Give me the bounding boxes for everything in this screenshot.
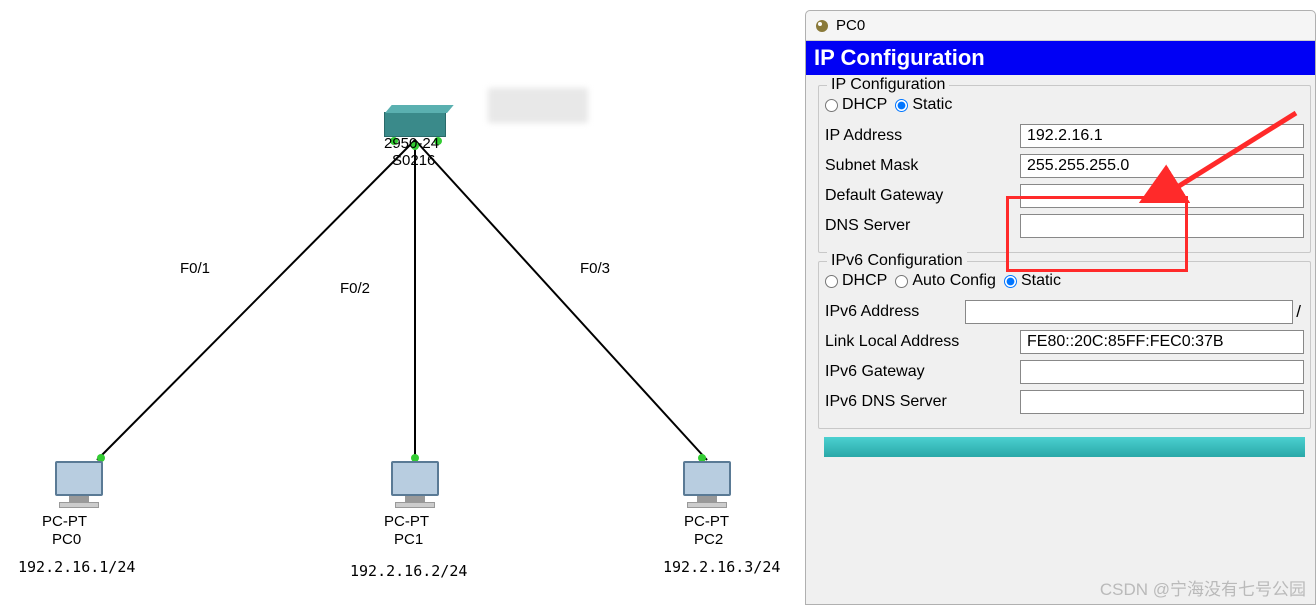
- ipv6-dns-label: IPv6 DNS Server: [825, 393, 1020, 411]
- link-local-field[interactable]: [1020, 330, 1304, 354]
- pc2-type-label: PC-PT: [684, 513, 729, 530]
- pc0-type-label: PC-PT: [42, 513, 87, 530]
- pc0-icon[interactable]: [55, 461, 103, 508]
- ipv6-address-label: IPv6 Address: [825, 303, 965, 321]
- ipv6-prefix-slash: /: [1296, 302, 1301, 322]
- app-icon: [814, 18, 830, 34]
- static-radio-label: Static: [912, 96, 952, 114]
- ip-config-window: PC0 IP Configuration IP Configuration DH…: [805, 10, 1316, 605]
- pc1-ip-label: 192.2.16.2/24: [350, 562, 467, 580]
- ipv6-gateway-label: IPv6 Gateway: [825, 363, 1020, 381]
- static-radio[interactable]: Static: [895, 96, 952, 114]
- link-local-label: Link Local Address: [825, 333, 1020, 351]
- port-label-f01: F0/1: [180, 260, 210, 277]
- port-label-f03: F0/3: [580, 260, 610, 277]
- window-title: PC0: [836, 17, 865, 34]
- ipv6-auto-label: Auto Config: [912, 272, 996, 290]
- progress-bar: [824, 437, 1305, 457]
- ip-address-label: IP Address: [825, 127, 1020, 145]
- pc2-ip-label: 192.2.16.3/24: [663, 558, 780, 576]
- switch-model-label: 2950-24: [384, 135, 439, 152]
- subnet-mask-field[interactable]: [1020, 154, 1304, 178]
- ipv6-auto-radio[interactable]: Auto Config: [895, 272, 996, 290]
- ipv4-group: IP Configuration DHCP Static IP Address …: [818, 85, 1311, 253]
- pc2-name-label: PC2: [694, 531, 723, 548]
- ipv6-dhcp-label: DHCP: [842, 272, 887, 290]
- ipv6-static-radio[interactable]: Static: [1004, 272, 1061, 290]
- pc1-type-label: PC-PT: [384, 513, 429, 530]
- ipv6-gateway-field[interactable]: [1020, 360, 1304, 384]
- subnet-mask-label: Subnet Mask: [825, 157, 1020, 175]
- dhcp-radio[interactable]: DHCP: [825, 96, 887, 114]
- pc0-ip-label: 192.2.16.1/24: [18, 558, 135, 576]
- ipv6-group-title: IPv6 Configuration: [827, 252, 967, 270]
- ipv6-dns-field[interactable]: [1020, 390, 1304, 414]
- ipv6-static-label: Static: [1021, 272, 1061, 290]
- ipv6-address-field[interactable]: [965, 300, 1293, 324]
- default-gateway-field[interactable]: [1020, 184, 1304, 208]
- dns-server-field[interactable]: [1020, 214, 1304, 238]
- blurred-text: [488, 88, 588, 123]
- dhcp-radio-label: DHCP: [842, 96, 887, 114]
- ip-address-field[interactable]: [1020, 124, 1304, 148]
- pc1-icon[interactable]: [391, 461, 439, 508]
- dns-server-label: DNS Server: [825, 217, 1020, 235]
- default-gateway-label: Default Gateway: [825, 187, 1020, 205]
- pc0-name-label: PC0: [52, 531, 81, 548]
- pc1-name-label: PC1: [394, 531, 423, 548]
- network-topology: 2950-24 S0216 F0/1 F0/2 F0/3 PC-PT PC0 1…: [0, 0, 805, 605]
- pc2-icon[interactable]: [683, 461, 731, 508]
- port-label-f02: F0/2: [340, 280, 370, 297]
- window-titlebar[interactable]: PC0: [806, 11, 1315, 41]
- switch-name-label: S0216: [392, 152, 435, 169]
- ipv6-dhcp-radio[interactable]: DHCP: [825, 272, 887, 290]
- ipv4-group-title: IP Configuration: [827, 76, 949, 94]
- panel-header: IP Configuration: [806, 41, 1315, 75]
- ipv6-group: IPv6 Configuration DHCP Auto Config Stat…: [818, 261, 1311, 429]
